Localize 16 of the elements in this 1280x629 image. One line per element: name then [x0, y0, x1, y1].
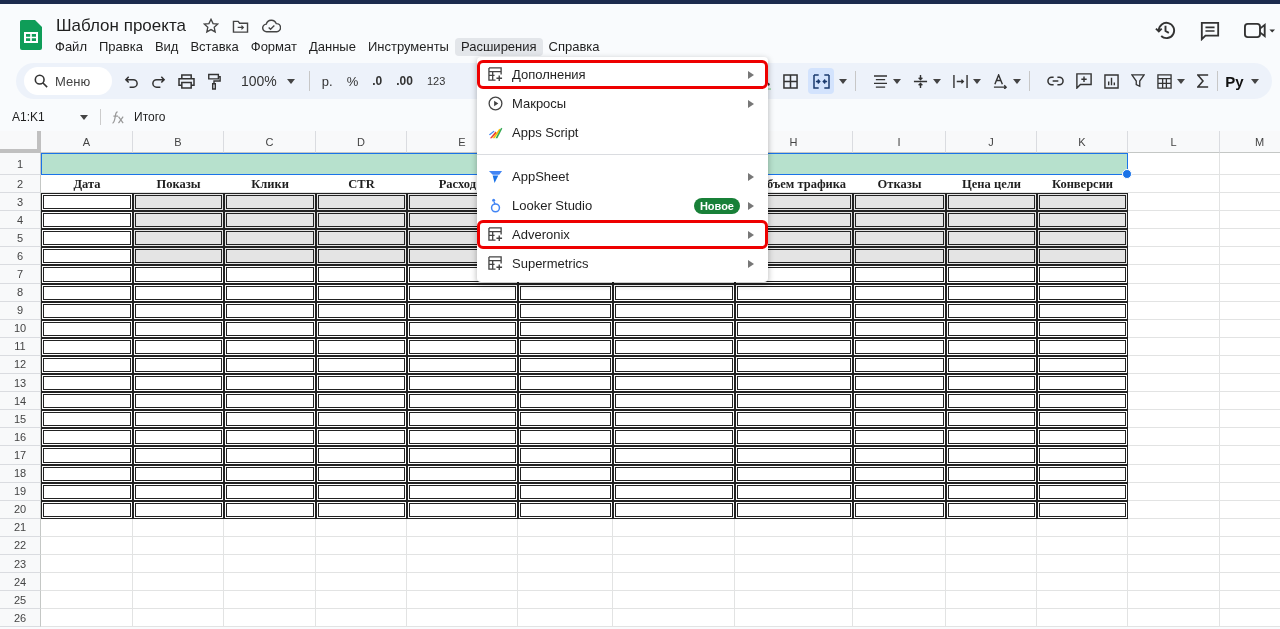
column-title: Показы	[155, 177, 202, 193]
new-badge: Новое	[693, 197, 740, 214]
column-title: Клики	[250, 177, 290, 193]
option-label: Макросы	[512, 96, 568, 111]
column-title: Конверсии	[1050, 177, 1115, 193]
column-title: CTR	[347, 177, 376, 193]
option-label: Looker Studio	[512, 198, 594, 213]
column-title: Цена цели	[961, 177, 1022, 193]
column-title: Дата	[72, 177, 102, 193]
column-title: Расход	[437, 177, 477, 193]
column-title: Отказы	[876, 177, 923, 193]
option-label: Дополнения	[512, 67, 587, 82]
option-label: Supermetrics	[512, 256, 590, 271]
option-label: AppSheet	[512, 169, 571, 184]
column-title: бъем трафика	[766, 177, 848, 193]
option-label: Adveronix	[512, 227, 571, 242]
